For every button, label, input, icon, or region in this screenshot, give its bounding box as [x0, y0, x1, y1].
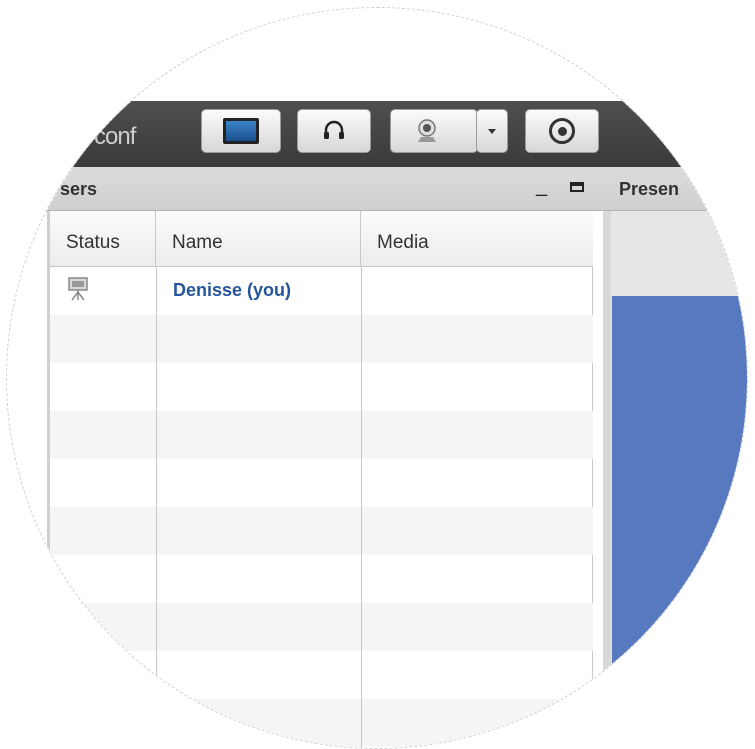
- top-toolbar: conf: [7, 101, 747, 167]
- users-table: Status Name Media Denisse (you): [47, 211, 593, 748]
- record-button[interactable]: [525, 109, 599, 153]
- app-logo: conf: [94, 123, 136, 150]
- column-divider: [361, 267, 362, 748]
- webcam-icon: [418, 119, 436, 142]
- presentation-panel-title: Presen: [619, 179, 680, 199]
- webcam-options-button[interactable]: [476, 109, 508, 153]
- desktop-share-button[interactable]: [201, 109, 281, 153]
- maximize-icon[interactable]: [570, 182, 584, 192]
- column-header-name[interactable]: Name: [156, 211, 361, 267]
- user-name: Denisse (you): [173, 280, 292, 300]
- column-header-media[interactable]: Media: [361, 211, 593, 267]
- table-row[interactable]: Denisse (you): [50, 267, 593, 315]
- empty-row: [50, 555, 593, 603]
- empty-row: [50, 411, 593, 459]
- headset-icon: [324, 120, 344, 139]
- caret-down-icon: [488, 128, 496, 134]
- presentation-slide[interactable]: [612, 296, 747, 748]
- column-header-status[interactable]: Status: [50, 211, 156, 267]
- empty-row: [50, 651, 593, 699]
- empty-row: [50, 363, 593, 411]
- empty-row: [50, 459, 593, 507]
- webcam-button[interactable]: [390, 109, 478, 153]
- audio-button[interactable]: [297, 109, 371, 153]
- empty-row: [50, 699, 593, 747]
- presentation-panel-header: Presen: [603, 167, 747, 211]
- users-panel-title: sers: [60, 179, 98, 199]
- presenter-icon: [68, 277, 88, 301]
- empty-row: [50, 603, 593, 651]
- monitor-icon: [223, 118, 259, 144]
- empty-row: [50, 315, 593, 363]
- empty-row: [50, 507, 593, 555]
- magnifier-view: conf sers _ Status Name Media Denisse (y…: [7, 8, 747, 748]
- users-panel-header: sers _: [7, 167, 603, 211]
- record-icon: [549, 118, 575, 144]
- column-divider: [156, 267, 157, 748]
- minimize-icon[interactable]: _: [536, 175, 547, 198]
